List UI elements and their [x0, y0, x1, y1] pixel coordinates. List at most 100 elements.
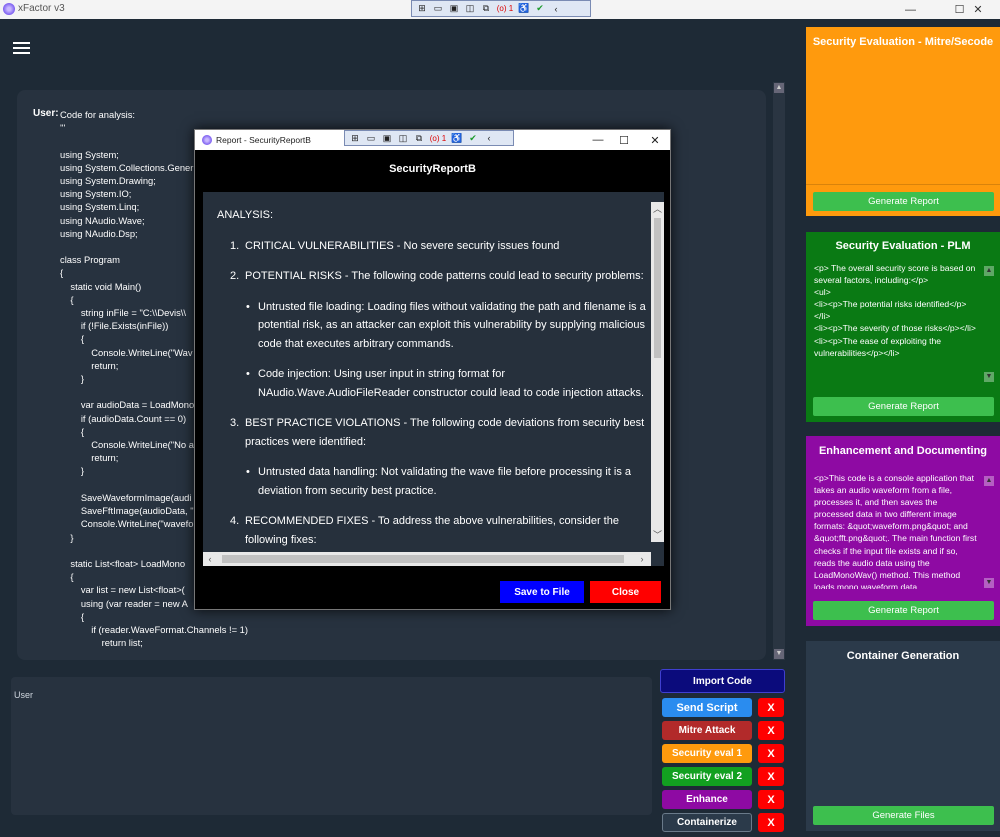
remove-containerize-button[interactable]: X	[758, 813, 784, 832]
report-vertical-scrollbar[interactable]: ︿ ﹀	[651, 202, 664, 542]
plm-scrollbar[interactable]: ▲ ▼	[984, 266, 994, 382]
panel-enhance-title: Enhancement and Documenting	[818, 445, 988, 457]
panel-plm-title: Security Evaluation - PLM	[835, 240, 971, 252]
chevron-left-icon[interactable]: ‹	[203, 552, 217, 566]
report-numbered-item: 2. POTENTIAL RISKS - The following code p…	[217, 267, 647, 286]
panel-security-plm: Security Evaluation - PLM <p> The overal…	[806, 232, 1000, 422]
panel-container-title: Container Generation	[846, 650, 960, 662]
scroll-up-icon[interactable]: ▲	[984, 476, 994, 486]
select-icon[interactable]: ⊞	[348, 132, 362, 144]
item-text: BEST PRACTICE VIOLATIONS - The following…	[245, 417, 645, 448]
app-logo-icon	[3, 3, 15, 15]
camera-icon[interactable]: ▭	[431, 3, 445, 15]
send-script-button[interactable]: Send Script	[662, 698, 752, 717]
region-icon[interactable]: ⧉	[412, 132, 426, 144]
panel-mitre-title: Security Evaluation - Mitre/Secode	[812, 36, 994, 48]
accessibility-icon[interactable]: ♿	[450, 132, 464, 144]
remove-security-eval-1-button[interactable]: X	[758, 744, 784, 763]
chevron-right-icon[interactable]: ›	[635, 552, 649, 566]
report-textbox[interactable]: ANALYSIS: 1. CRITICAL VULNERABILITIES - N…	[203, 192, 664, 566]
window-icon[interactable]: ◫	[463, 3, 477, 15]
report-numbered-item: 4. RECOMMENDED FIXES - To address the abo…	[217, 512, 647, 549]
window-title: xFactor v3	[18, 3, 65, 14]
remove-security-eval-2-button[interactable]: X	[758, 767, 784, 786]
panel-enhancement: Enhancement and Documenting <p>This code…	[806, 436, 1000, 626]
chat-scrollbar[interactable]: ▲ ▼	[773, 82, 785, 660]
accessibility-icon[interactable]: ♿	[517, 3, 531, 15]
scroll-up-icon[interactable]: ▲	[984, 266, 994, 276]
region-icon[interactable]: ⧉	[479, 3, 493, 15]
enhance-button[interactable]: Enhance	[662, 790, 752, 809]
report-numbered-item: 3. BEST PRACTICE VIOLATIONS - The followi…	[217, 414, 647, 451]
chat-user-label: User:	[33, 108, 59, 119]
scroll-down-icon[interactable]: ▼	[984, 578, 994, 588]
item-text: Untrusted data handling: Not validating …	[258, 466, 631, 497]
scroll-up-icon[interactable]: ▲	[774, 83, 784, 93]
user-input-placeholder: User	[14, 690, 34, 700]
dialog-window-title: Report - SecurityReportB	[216, 135, 311, 145]
container-generate-files-button[interactable]: Generate Files	[813, 806, 994, 825]
close-button[interactable]: Close	[590, 581, 661, 603]
check-icon[interactable]: ✔	[533, 3, 547, 15]
screen-icon[interactable]: ▣	[380, 132, 394, 144]
close-window-button[interactable]: ✕	[956, 0, 1000, 19]
item-text: RECOMMENDED FIXES - To address the above…	[245, 515, 619, 546]
mitre-attack-button[interactable]: Mitre Attack	[662, 721, 752, 740]
dialog-capture-toolbar: ⊞ ▭ ▣ ◫ ⧉ (o) 1 ♿ ✔ ‹	[344, 130, 514, 146]
scroll-down-icon[interactable]: ▼	[984, 372, 994, 382]
check-icon[interactable]: ✔	[466, 132, 480, 144]
item-text: Untrusted file loading: Loading files wi…	[258, 300, 646, 350]
report-bullet-item: • Untrusted data handling: Not validating…	[217, 463, 647, 500]
report-bullet-item: • Code injection: Using user input in str…	[217, 365, 647, 402]
security-eval-2-button[interactable]: Security eval 2	[662, 767, 752, 786]
mitre-generate-report-button[interactable]: Generate Report	[813, 192, 994, 211]
enhance-scrollbar[interactable]: ▲ ▼	[984, 476, 994, 588]
panel-container-generation: Container Generation Generate Files	[806, 641, 1000, 831]
minimize-button[interactable]: —	[888, 0, 933, 19]
record-counter[interactable]: (o) 1	[495, 3, 515, 15]
user-input[interactable]: User	[11, 677, 652, 815]
security-eval-1-button[interactable]: Security eval 1	[662, 744, 752, 763]
report-heading: SecurityReportB	[389, 163, 476, 175]
scroll-thumb[interactable]	[222, 555, 624, 563]
panel-enhance-text[interactable]: <p>This code is a console application th…	[814, 472, 991, 589]
item-text: Code injection: Using user input in stri…	[258, 368, 645, 399]
window-icon[interactable]: ◫	[396, 132, 410, 144]
select-icon[interactable]: ⊞	[415, 3, 429, 15]
dialog-maximize-button[interactable]: ☐	[610, 132, 638, 148]
bullet-marker: •	[246, 368, 250, 380]
enhance-generate-report-button[interactable]: Generate Report	[813, 601, 994, 620]
record-counter[interactable]: (o) 1	[428, 132, 448, 144]
capture-toolbar: ⊞ ▭ ▣ ◫ ⧉ (o) 1 ♿ ✔ ‹	[411, 0, 591, 17]
report-horizontal-scrollbar[interactable]: ‹ ›	[203, 552, 651, 566]
dialog-minimize-button[interactable]: —	[584, 132, 612, 148]
scroll-down-icon[interactable]: ▼	[774, 649, 784, 659]
plm-generate-report-button[interactable]: Generate Report	[813, 397, 994, 416]
scroll-thumb[interactable]	[654, 218, 661, 358]
report-bullet-item: • Untrusted file loading: Loading files w…	[217, 298, 647, 354]
report-content: ANALYSIS: 1. CRITICAL VULNERABILITIES - N…	[217, 206, 647, 552]
containerize-button[interactable]: Containerize	[662, 813, 752, 832]
panel-divider	[806, 184, 1000, 185]
chevron-left-icon[interactable]: ‹	[549, 3, 563, 15]
panel-plm-text[interactable]: <p> The overall security score is based …	[814, 262, 991, 382]
chevron-down-icon[interactable]: ﹀	[651, 528, 664, 542]
camera-icon[interactable]: ▭	[364, 132, 378, 144]
panel-mitre-secode: Security Evaluation - Mitre/Secode Gener…	[806, 27, 1000, 216]
dialog-close-x-button[interactable]: ✕	[641, 132, 669, 148]
chevron-up-icon[interactable]: ︿	[651, 202, 664, 216]
menu-icon[interactable]	[13, 42, 30, 54]
bullet-marker: •	[246, 300, 250, 313]
remove-mitre-attack-button[interactable]: X	[758, 721, 784, 740]
remove-send-script-button[interactable]: X	[758, 698, 784, 717]
analysis-label: ANALYSIS:	[217, 209, 274, 221]
item-text: POTENTIAL RISKS - The following code pat…	[245, 270, 644, 282]
report-dialog: Report - SecurityReportB — ☐ ✕ ⊞ ▭ ▣ ◫ ⧉…	[194, 129, 671, 610]
chevron-left-icon[interactable]: ‹	[482, 132, 496, 144]
remove-enhance-button[interactable]: X	[758, 790, 784, 809]
save-to-file-button[interactable]: Save to File	[500, 581, 584, 603]
item-number: 3.	[230, 417, 240, 429]
item-number: 1.	[230, 239, 240, 252]
import-code-button[interactable]: Import Code	[660, 669, 785, 693]
screen-icon[interactable]: ▣	[447, 3, 461, 15]
